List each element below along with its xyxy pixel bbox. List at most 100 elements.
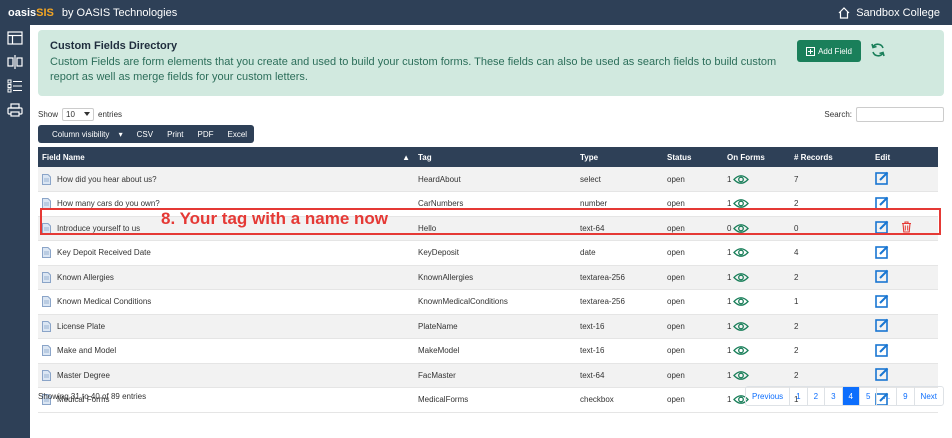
edit-button[interactable] — [875, 196, 889, 212]
cell-on-forms: 1 — [723, 314, 790, 339]
layout-icon — [7, 31, 23, 45]
edit-icon[interactable] — [875, 269, 889, 284]
eye-icon[interactable] — [733, 247, 750, 258]
cell-edit — [871, 314, 938, 339]
field-name[interactable]: Known Allergies — [57, 273, 114, 282]
show-label: Show — [38, 109, 59, 119]
eye-icon[interactable] — [733, 370, 750, 381]
edit-icon[interactable] — [875, 220, 889, 235]
cell-status: open — [663, 240, 723, 266]
field-name[interactable]: How many cars do you own? — [57, 199, 160, 208]
edit-button[interactable] — [875, 294, 889, 310]
page-description: Custom Fields are form elements that you… — [50, 56, 777, 83]
cell-tag: Hello — [414, 216, 576, 241]
search-input[interactable] — [856, 106, 944, 122]
field-name[interactable]: Master Degree — [57, 371, 110, 380]
forms-count: 1 — [727, 174, 732, 184]
edit-icon[interactable] — [875, 343, 889, 357]
edit-button[interactable] — [875, 318, 889, 334]
page-link-3[interactable]: 3 — [824, 387, 841, 405]
edit-button[interactable] — [875, 220, 889, 236]
eye-icon[interactable] — [733, 174, 750, 185]
page-link-2[interactable]: 2 — [806, 387, 824, 405]
excel-button[interactable]: Excel — [221, 130, 255, 139]
edit-icon[interactable] — [875, 294, 889, 308]
sidebar-item-split[interactable] — [4, 53, 26, 71]
entries-info: Showing 31 to 40 of 89 entries — [38, 391, 147, 401]
cell-type: text-64 — [576, 363, 663, 388]
header-field-name[interactable]: Field Name ▲ — [38, 147, 414, 167]
cell-tag: FacMaster — [414, 363, 576, 388]
page-link-next[interactable]: Next — [913, 387, 943, 405]
field-name[interactable]: Make and Model — [57, 346, 116, 355]
entries-select[interactable]: 10 — [62, 107, 95, 121]
header-records[interactable]: # Records — [790, 147, 871, 167]
document-icon — [42, 320, 51, 332]
page-link-5[interactable]: 5 — [858, 387, 876, 405]
edit-icon[interactable] — [875, 196, 889, 210]
field-name[interactable]: Key Depoit Received Date — [57, 248, 151, 257]
eye-icon[interactable] — [733, 198, 750, 209]
edit-icon[interactable] — [875, 318, 889, 333]
sidebar — [0, 25, 30, 438]
edit-button[interactable] — [875, 343, 889, 359]
cell-on-forms: 0 — [723, 216, 790, 241]
eye-icon[interactable] — [733, 296, 750, 307]
csv-button[interactable]: CSV — [130, 130, 160, 139]
field-name[interactable]: How did you hear about us? — [57, 175, 157, 184]
cell-field-name: Known Medical Conditions — [38, 289, 414, 315]
eye-icon[interactable] — [733, 272, 750, 283]
cell-type: number — [576, 191, 663, 217]
cell-tag: HeardAbout — [414, 167, 576, 192]
document-icon — [42, 345, 51, 357]
edit-button[interactable] — [875, 367, 889, 383]
trash-icon[interactable] — [901, 221, 912, 233]
edit-button[interactable] — [875, 269, 889, 285]
edit-button[interactable] — [875, 245, 889, 261]
add-field-label: Add Field — [818, 46, 852, 56]
page-link-ellipsis: ... — [876, 387, 896, 405]
page-link-previous[interactable]: Previous — [746, 387, 789, 405]
brand-logo[interactable]: oasisSIS — [8, 7, 54, 19]
eye-icon[interactable] — [733, 321, 750, 332]
eye-icon[interactable] — [733, 223, 750, 234]
document-icon — [42, 173, 51, 185]
sort-asc-icon: ▲ — [402, 152, 410, 162]
refresh-button[interactable] — [870, 42, 886, 60]
column-visibility-button[interactable]: Column visibility ▾ — [38, 130, 130, 139]
header-status[interactable]: Status — [663, 147, 723, 167]
cell-on-forms: 1 — [723, 240, 790, 266]
edit-button[interactable] — [875, 171, 889, 187]
cell-on-forms: 1 — [723, 289, 790, 315]
field-name[interactable]: Known Medical Conditions — [57, 297, 151, 306]
delete-button[interactable] — [901, 221, 912, 235]
page-link-4[interactable]: 4 — [841, 387, 859, 405]
add-icon — [806, 46, 816, 56]
sidebar-item-print[interactable] — [4, 101, 26, 119]
field-name[interactable]: Introduce yourself to us — [57, 224, 140, 233]
page-link-1[interactable]: 1 — [789, 387, 806, 405]
field-name[interactable]: License Plate — [57, 322, 105, 331]
edit-icon[interactable] — [875, 245, 889, 259]
print-button[interactable]: Print — [160, 130, 190, 139]
header-on-forms[interactable]: On Forms — [723, 147, 790, 167]
eye-icon[interactable] — [733, 345, 750, 356]
search-label: Search: — [824, 109, 852, 119]
header-tag[interactable]: Tag — [414, 147, 576, 167]
page-link-9[interactable]: 9 — [896, 387, 913, 405]
forms-count: 1 — [727, 346, 732, 356]
add-field-button[interactable]: Add Field — [797, 40, 861, 62]
college-switcher[interactable]: Sandbox College — [838, 7, 940, 19]
forms-count: 1 — [727, 199, 732, 209]
pdf-button[interactable]: PDF — [191, 130, 221, 139]
pagination: Previous 1 2 3 4 5... 9 Next — [745, 386, 944, 406]
cell-tag: KnownMedicalConditions — [414, 289, 576, 315]
forms-count: 1 — [727, 370, 732, 380]
cell-edit — [871, 191, 938, 217]
header-type[interactable]: Type — [576, 147, 663, 167]
edit-icon[interactable] — [875, 367, 889, 382]
edit-icon[interactable] — [875, 171, 889, 185]
sidebar-item-checklist[interactable] — [4, 77, 26, 95]
document-icon — [42, 369, 51, 381]
sidebar-item-layout[interactable] — [4, 29, 26, 47]
